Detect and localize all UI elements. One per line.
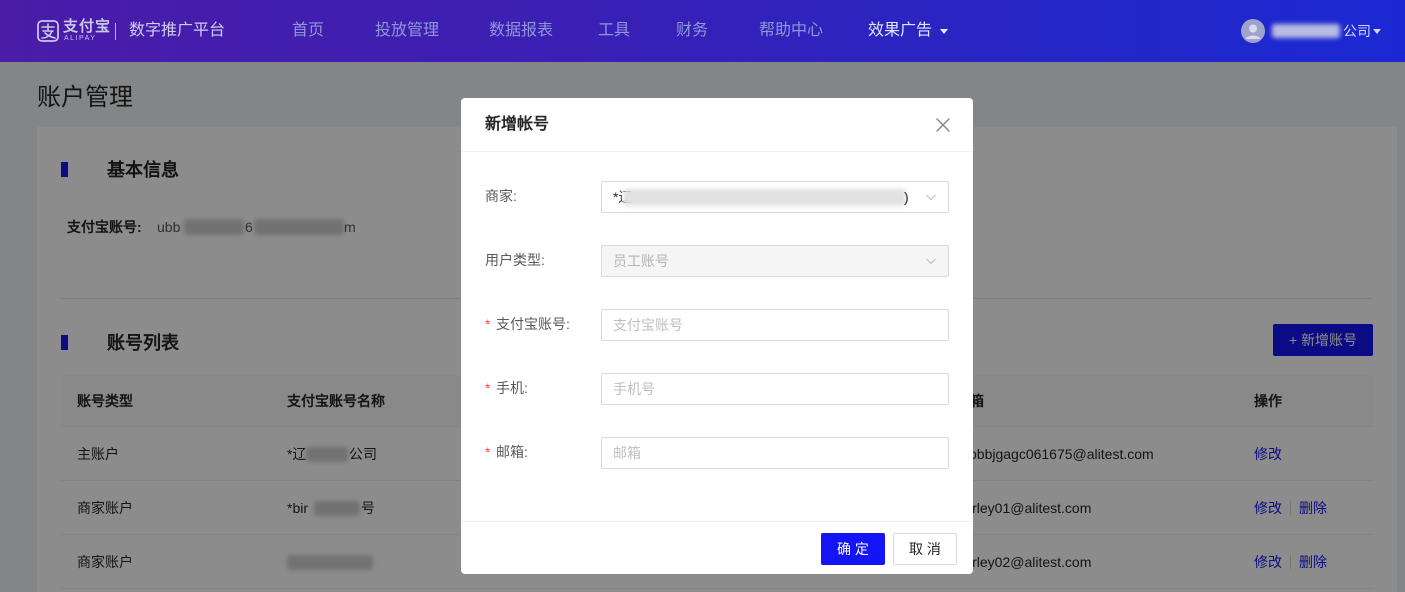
nav-tools[interactable]: 工具 [598,19,630,43]
user-type-select: 员工账号 [601,245,949,277]
email-field-label: 邮箱: [496,444,528,460]
logo-text: 支付宝 [63,18,112,35]
user-type-label: 用户类型: [485,252,545,268]
nav-help-center[interactable]: 帮助中心 [759,19,823,43]
nav-performance-ads[interactable]: 效果广告 [868,19,932,43]
email-input[interactable] [601,437,949,469]
phone-field-label: 手机: [496,380,528,396]
merchant-label: 商家: [485,188,517,204]
required-mark: * [485,316,491,332]
redacted-username [1272,24,1340,38]
merchant-select[interactable]: *辽 ) [601,181,949,213]
user-avatar-icon[interactable] [1241,19,1265,43]
modal-title: 新增帐号 [485,116,550,133]
alipay-logo-icon[interactable] [37,20,59,42]
user-menu-caret-icon[interactable] [1373,29,1381,34]
close-icon[interactable] [935,117,951,133]
merchant-value: ) [904,189,909,205]
phone-input[interactable] [601,373,949,405]
user-name[interactable]: 公司 [1343,22,1371,40]
redacted-merchant [623,189,906,206]
caret-down-icon[interactable] [940,29,948,34]
logo-subtext: ALIPAY [64,35,97,42]
user-type-value: 员工账号 [613,253,669,269]
alipay-account-field-label: 支付宝账号: [496,316,570,332]
add-account-modal: 新增帐号 商家: *辽 ) 用户类型: 员工账号 * 支付宝账号: * 手机: … [461,98,973,574]
logo-divider [115,23,116,40]
nav-finance[interactable]: 财务 [676,19,708,43]
required-mark: * [485,444,491,460]
nav-data-reports[interactable]: 数据报表 [489,19,553,43]
chevron-down-icon [926,258,936,265]
alipay-account-input[interactable] [601,309,949,341]
nav-home[interactable]: 首页 [292,19,324,43]
cancel-button[interactable]: 取 消 [893,533,957,565]
platform-name: 数字推广平台 [129,22,226,39]
top-navbar: 支付宝 ALIPAY 数字推广平台 首页 投放管理 数据报表 工具 财务 帮助中… [0,0,1405,62]
nav-campaign-management[interactable]: 投放管理 [375,19,439,43]
chevron-down-icon [926,194,936,201]
required-mark: * [485,380,491,396]
modal-footer: 确 定 取 消 [461,521,973,574]
confirm-button[interactable]: 确 定 [821,533,885,565]
